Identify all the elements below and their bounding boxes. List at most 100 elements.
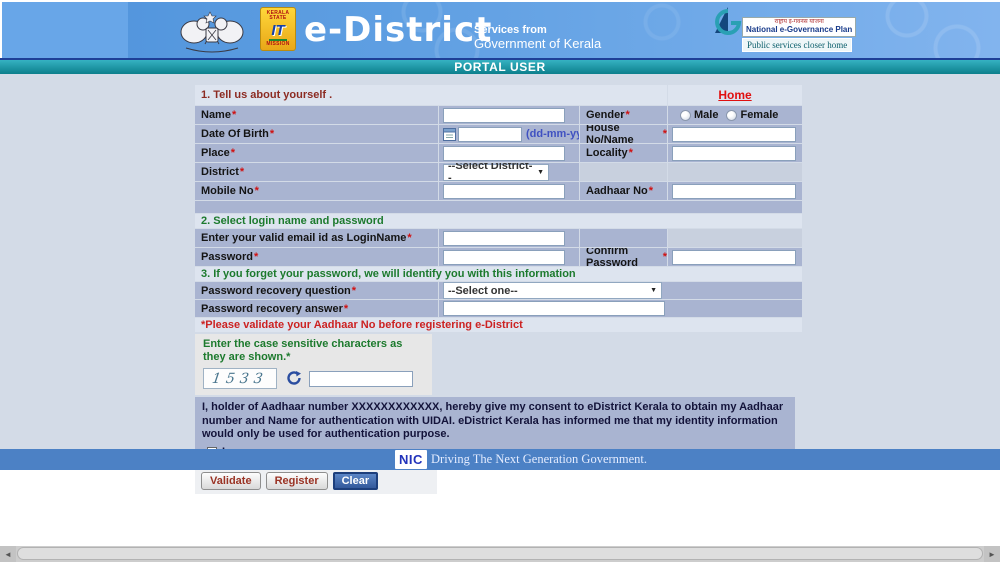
- captcha-input[interactable]: [309, 371, 413, 387]
- password-label-cell: Password*: [195, 248, 438, 266]
- home-link[interactable]: Home: [718, 88, 751, 102]
- calendar-icon[interactable]: [443, 128, 456, 141]
- name-input[interactable]: [443, 108, 565, 123]
- aadhaar-label: Aadhaar No: [586, 185, 648, 197]
- name-field-cell: [439, 106, 579, 124]
- consent-text: I, holder of Aadhaar number XXXXXXXXXXXX…: [202, 401, 788, 441]
- place-input[interactable]: [443, 146, 565, 161]
- district-empty-cell-2: [668, 163, 802, 181]
- captcha-instruction: Enter the case sensitive characters as t…: [203, 338, 423, 363]
- registration-form: 1. Tell us about yourself . Home Name * …: [195, 85, 802, 494]
- scrollbar-thumb[interactable]: [17, 547, 983, 560]
- district-select-value: --Select District--: [448, 163, 534, 181]
- section-gap-band: [195, 201, 802, 213]
- refresh-icon: [286, 370, 302, 386]
- portal-user-bar: PORTAL USER: [0, 60, 1000, 74]
- nic-logo: NIC: [395, 450, 427, 469]
- section1-header-row: 1. Tell us about yourself . Home: [195, 85, 802, 105]
- recovery-question-select-value: --Select one--: [448, 285, 518, 297]
- locality-field-cell: [668, 144, 802, 162]
- aadhaar-label-cell: Aadhaar No*: [580, 182, 667, 200]
- recovery-answer-field-cell: [439, 300, 802, 317]
- captcha-row: 1533: [203, 368, 424, 389]
- place-locality-row: Place* Locality*: [195, 144, 802, 162]
- mobile-aadhaar-row: Mobile No* Aadhaar No*: [195, 182, 802, 200]
- captcha-code: 1533: [211, 371, 269, 387]
- house-input[interactable]: [672, 127, 796, 142]
- email-empty-cell-1: [580, 229, 667, 247]
- house-label: House No/Name: [586, 125, 662, 143]
- chevron-down-icon: ▼: [537, 169, 544, 176]
- name-label: Name: [201, 109, 231, 121]
- aadhaar-input[interactable]: [672, 184, 796, 199]
- district-label: District: [201, 166, 239, 178]
- it-mission-it-label: IT: [269, 22, 286, 41]
- captcha-panel: Enter the case sensitive characters as t…: [195, 334, 432, 395]
- email-field-cell: [439, 229, 579, 247]
- recovery-answer-required-mark: *: [344, 303, 348, 315]
- dob-label-cell: Date Of Birth*: [195, 125, 438, 143]
- email-input[interactable]: [443, 231, 565, 246]
- buttons-panel: Validate Register Clear: [195, 468, 437, 494]
- section2-title: 2. Select login name and password: [195, 214, 802, 228]
- house-required-mark: *: [663, 128, 667, 140]
- mobile-input[interactable]: [443, 184, 565, 199]
- recovery-answer-row: Password recovery answer*: [195, 300, 802, 317]
- district-select[interactable]: --Select District-- ▼: [443, 164, 549, 181]
- services-tagline: Services from Government of Kerala: [474, 24, 601, 51]
- name-label-cell: Name *: [195, 106, 438, 124]
- captcha-image: 1533: [203, 368, 277, 389]
- gender-female-radio[interactable]: [726, 110, 737, 121]
- password-field-cell: [439, 248, 579, 266]
- email-label: Enter your valid email id as LoginName: [201, 232, 406, 244]
- confirm-password-input[interactable]: [672, 250, 796, 265]
- it-mission-line3: MISSION: [266, 42, 289, 47]
- confirm-password-field-cell: [668, 248, 802, 266]
- locality-label: Locality: [586, 147, 628, 159]
- confirm-password-label-cell: Confirm Password*: [580, 248, 667, 266]
- scrollbar-left-arrow[interactable]: ◄: [0, 546, 16, 562]
- password-required-mark: *: [254, 251, 258, 263]
- recovery-answer-label-cell: Password recovery answer*: [195, 300, 438, 317]
- dob-label: Date Of Birth: [201, 128, 269, 140]
- register-button[interactable]: Register: [266, 472, 328, 490]
- gender-field-cell: Male Female: [668, 106, 802, 124]
- negp-title-box: राष्ट्रीय ई-गवर्नेंस योजना National e-Go…: [742, 17, 856, 37]
- clear-button[interactable]: Clear: [333, 472, 379, 490]
- nic-logo-text: NIC: [399, 452, 423, 467]
- page-body: 1. Tell us about yourself . Home Name * …: [0, 74, 1000, 449]
- email-empty-cell-2: [668, 229, 802, 247]
- house-field-cell: [668, 125, 802, 143]
- section1-title: 1. Tell us about yourself .: [195, 85, 667, 105]
- dob-required-mark: *: [270, 128, 274, 140]
- recovery-question-label: Password recovery question: [201, 285, 351, 297]
- place-required-mark: *: [231, 147, 235, 159]
- confirm-password-label: Confirm Password: [586, 248, 662, 266]
- recovery-answer-input[interactable]: [443, 301, 665, 316]
- locality-label-cell: Locality*: [580, 144, 667, 162]
- locality-required-mark: *: [629, 147, 633, 159]
- locality-input[interactable]: [672, 146, 796, 161]
- district-field-cell: --Select District-- ▼: [439, 163, 579, 181]
- recovery-answer-label: Password recovery answer: [201, 303, 343, 315]
- chevron-down-icon: ▼: [650, 287, 657, 294]
- dob-input[interactable]: [458, 127, 522, 142]
- footer-tagline: Driving The Next Generation Government.: [431, 452, 647, 467]
- kerala-state-emblem-icon: [172, 6, 252, 58]
- recovery-question-field-cell: --Select one-- ▼: [439, 282, 802, 299]
- aadhaar-field-cell: [668, 182, 802, 200]
- password-input[interactable]: [443, 250, 565, 265]
- horizontal-scrollbar[interactable]: ◄ ►: [0, 546, 1000, 562]
- portal-user-title: PORTAL USER: [454, 60, 546, 74]
- section3-title: 3. If you forget your password, we will …: [195, 267, 802, 281]
- scrollbar-right-arrow[interactable]: ►: [984, 546, 1000, 562]
- recovery-question-select[interactable]: --Select one-- ▼: [443, 282, 662, 299]
- aadhaar-required-mark: *: [649, 185, 653, 197]
- captcha-refresh-button[interactable]: [285, 370, 303, 388]
- government-of-kerala-text: Government of Kerala: [474, 36, 601, 51]
- gender-male-radio[interactable]: [680, 110, 691, 121]
- district-empty-cell-1: [580, 163, 667, 181]
- validate-button[interactable]: Validate: [201, 472, 261, 490]
- place-label: Place: [201, 147, 230, 159]
- it-mission-line2: STATE: [269, 16, 286, 21]
